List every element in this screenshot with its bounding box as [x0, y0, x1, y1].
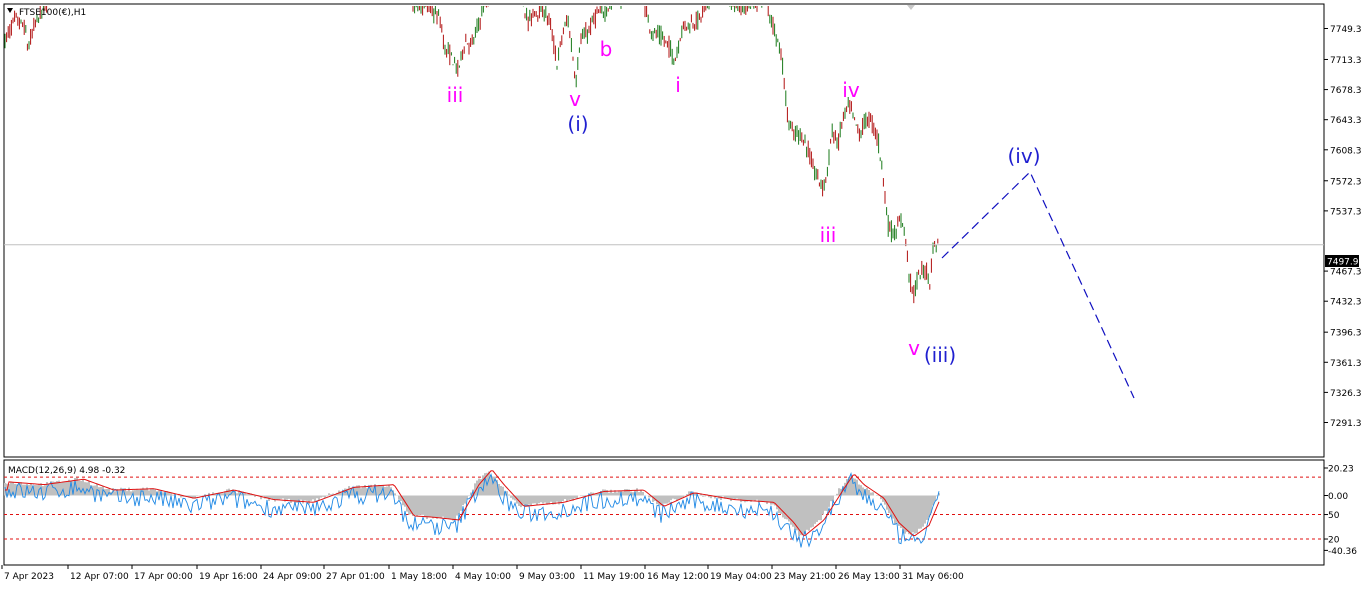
price-tick-label: 7643.3	[1330, 116, 1362, 126]
macd-panel	[3, 459, 1325, 566]
price-tick-label: 7467.3	[1330, 268, 1362, 278]
chart-title: FTSE100(€),H1	[19, 8, 86, 18]
wave-label: (iii)	[924, 343, 956, 367]
wave-label: (iv)	[1008, 144, 1041, 168]
wave-label: v	[908, 336, 920, 360]
time-tick-label: 4 May 10:00	[455, 572, 511, 582]
price-tick-label: 7572.3	[1330, 177, 1362, 187]
time-tick-label: 23 May 21:00	[774, 572, 836, 582]
time-tick-label: 11 May 19:00	[583, 572, 645, 582]
price-tick-label: 7396.3	[1330, 329, 1362, 339]
wave-label: (i)	[567, 112, 588, 136]
macd-tick-label: 0.00	[1328, 492, 1348, 502]
time-tick-label: 16 May 12:00	[647, 572, 709, 582]
time-tick-label: 26 May 13:00	[838, 572, 900, 582]
current-price-label: 7497.9	[1327, 258, 1359, 268]
time-tick-label: 7 Apr 2023	[4, 572, 54, 582]
time-tick-label: 9 May 03:00	[519, 572, 575, 582]
time-tick-label: 31 May 06:00	[902, 572, 964, 582]
macd-tick-label: 20	[1328, 536, 1340, 546]
price-tick-label: 7326.3	[1330, 389, 1362, 399]
macd-tick-label: -40.36	[1328, 547, 1357, 557]
time-tick-label: 17 Apr 00:00	[134, 572, 193, 582]
wave-label: b	[600, 37, 613, 61]
price-tick-label: 7291.3	[1330, 419, 1362, 429]
chart-window[interactable]: iii v (i) b i iv iii v (iii) (iv) 7749.3 7713.3 767…	[0, 0, 1366, 588]
time-tick-label: 12 Apr 07:00	[70, 572, 129, 582]
chart-canvas[interactable]: iii v(i)bi iviiiv (iii)(iv) 7749.37713.3767…	[0, 0, 1366, 588]
time-tick-label: 1 May 18:00	[391, 572, 447, 582]
wave-label: v	[569, 87, 581, 111]
macd-tick-label: 50	[1328, 511, 1340, 521]
wave-label: iii	[447, 83, 464, 107]
time-tick-label: 19 May 04:00	[710, 572, 772, 582]
macd-label: MACD(12,26,9) 4.98 -0.32	[8, 466, 125, 476]
price-tick-label: 7749.3	[1330, 25, 1362, 35]
time-tick-label: 27 Apr 01:00	[326, 572, 385, 582]
price-tick-label: 7537.3	[1330, 207, 1362, 217]
wave-label: iii	[820, 223, 837, 247]
wave-label: i	[675, 73, 681, 97]
price-tick-label: 7608.3	[1330, 146, 1362, 156]
macd-tick-label: 20.23	[1328, 464, 1354, 474]
time-tick-label: 19 Apr 16:00	[199, 572, 258, 582]
price-tick-label: 7432.3	[1330, 298, 1362, 308]
price-tick-label: 7678.3	[1330, 86, 1362, 96]
price-tick-label: 7713.3	[1330, 56, 1362, 66]
price-panel	[3, 3, 1325, 458]
wave-label: iv	[842, 78, 860, 102]
time-tick-label: 24 Apr 09:00	[263, 572, 322, 582]
price-tick-label: 7361.3	[1330, 359, 1362, 369]
